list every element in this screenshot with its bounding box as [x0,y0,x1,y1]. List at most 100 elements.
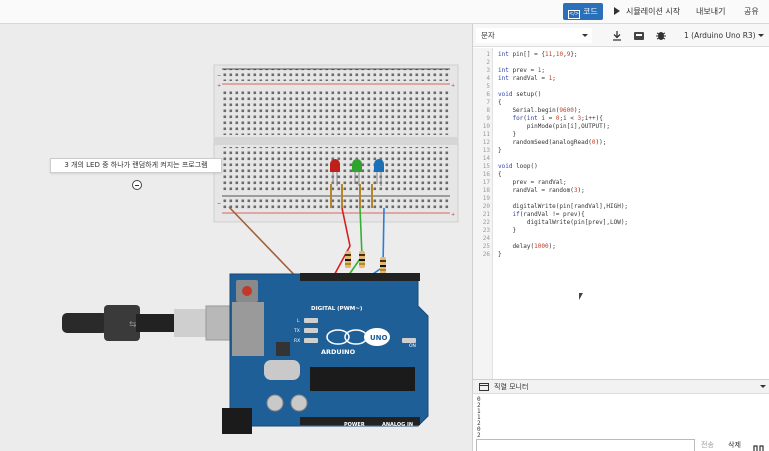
code-toolbar: 문자 1 (Arduino Uno R3) [473,24,769,47]
svg-text:−: − [217,73,221,79]
code-line[interactable]: { [498,99,502,107]
line-number: 2 [486,59,490,66]
line-number: 7 [486,99,490,106]
send-button[interactable]: 전송 [701,440,714,451]
analog-in-label: ANALOG IN [382,422,413,428]
code-line[interactable]: pinMode(pin[i],OUTPUT); [498,123,610,131]
device-select[interactable]: 1 (Arduino Uno R3) [679,28,768,43]
circuit-diagram: − + + − + ⇆ DIGITAL (PWM~) UNO ARDUINO P… [62,64,459,434]
line-number: 25 [482,243,490,250]
line-number: 14 [482,155,490,162]
code-button-label: 코드 [583,7,598,16]
line-number: 26 [482,251,490,258]
circuit-canvas[interactable]: − + + − + ⇆ DIGITAL (PWM~) UNO ARDUINO P… [0,24,472,451]
line-number: 11 [482,131,490,138]
line-number: 23 [482,227,490,234]
download-button[interactable] [608,28,626,43]
uno-label: UNO [370,334,388,342]
code-panel: 문자 1 (Arduino Uno R3) 1 2 3 4 5 6 7 8 9 10 11 12 13 1… [472,24,769,451]
serial-monitor-icon [479,383,489,391]
chevron-down-icon [582,34,588,37]
debugger-button[interactable] [652,28,670,43]
code-line[interactable]: for(int i = 0;i < 3;i++){ [498,115,602,123]
code-line[interactable]: void setup() [498,91,541,99]
graph-button[interactable] [753,440,767,451]
code-line[interactable]: int randVal = 1; [498,75,556,83]
line-number: 24 [482,235,490,242]
top-toolbar: </> 코드 시뮬레이션 시작 내보내기 공유 [0,0,769,24]
code-line[interactable]: digitalWrite(pin[randVal],HIGH); [498,203,628,211]
code-mode-value: 문자 [481,31,495,40]
line-number: 5 [486,83,490,90]
code-line[interactable]: prev = randVal; [498,179,566,187]
code-line[interactable]: int prev = 1; [498,67,545,75]
code-line[interactable]: } [498,131,516,139]
line-number: 22 [482,219,490,226]
usb-cable[interactable]: ⇆ [62,305,233,341]
code-line[interactable]: delay(1000); [498,243,555,251]
app-window: </> 코드 시뮬레이션 시작 내보내기 공유 − + + − + ⇆ DIGI… [0,0,769,451]
code-line[interactable]: { [498,171,502,179]
collapse-note-icon[interactable] [132,180,142,190]
code-mode-select[interactable]: 문자 [476,28,592,43]
code-line[interactable]: } [498,227,516,235]
line-number: 18 [482,187,490,194]
tx-led-label: TX [293,328,300,334]
arduino-uno-board[interactable]: DIGITAL (PWM~) UNO ARDUINO POWER ANALOG … [222,273,429,434]
line-number: 3 [486,67,490,74]
start-simulation-button[interactable]: 시뮬레이션 시작 [608,3,680,20]
serial-monitor: 직렬 모니터 0211202 전송 삭제 [473,379,769,451]
export-button[interactable]: 내보내기 [690,3,728,20]
code-line[interactable]: } [498,251,502,259]
code-line[interactable]: if(randVal != prev){ [498,211,584,219]
line-number: 10 [482,123,490,130]
svg-text:−: − [217,201,221,207]
line-number: 13 [482,147,490,154]
circuit-description-tooltip: 3 개의 LED 중 하나가 랜덤하게 켜지는 프로그램 [50,158,222,173]
share-button[interactable]: 공유 [738,3,766,20]
svg-text:+: + [451,83,455,89]
line-number: 1 [486,51,490,58]
code-line[interactable]: int pin[] = {11,10,9}; [498,51,578,59]
svg-text:+: + [451,212,455,218]
play-icon [614,7,620,15]
arduino-label: ARDUINO [321,348,356,356]
on-led-label: ON [409,343,416,349]
serial-output-line: 2 [477,432,481,439]
code-line[interactable]: void loop() [498,163,538,171]
line-number: 4 [486,75,490,82]
line-number: 21 [482,211,490,218]
usb-symbol-icon: ⇆ [129,320,137,330]
serial-monitor-header[interactable]: 직렬 모니터 [473,380,769,394]
code-button[interactable]: </> 코드 [563,3,603,20]
serial-monitor-title: 직렬 모니터 [494,383,529,391]
upload-button[interactable] [630,28,648,43]
clear-button[interactable]: 삭제 [728,440,741,451]
line-number: 15 [482,163,490,170]
power-label: POWER [344,422,365,428]
code-line[interactable]: Serial.begin(9600); [498,107,581,115]
rx-led-label: RX [294,338,300,344]
graph-icon [753,445,764,451]
code-line[interactable]: } [498,147,502,155]
code-line[interactable]: randVal = random(3); [498,187,584,195]
line-number: 17 [482,179,490,186]
code-line[interactable]: digitalWrite(pin[prev],LOW); [498,219,628,227]
chevron-down-icon [758,34,764,37]
digital-pwm-label: DIGITAL (PWM~) [311,306,363,312]
bug-icon [656,32,666,40]
serial-input[interactable] [476,439,695,451]
line-number-gutter: 1 2 3 4 5 6 7 8 9 10 11 12 13 14 15 16 17 18 19 20 21 22 23 24 2… [473,48,493,379]
code-block-icon: </> [568,10,580,19]
line-number: 19 [482,195,490,202]
chevron-down-icon[interactable] [760,385,766,388]
line-number: 6 [486,91,490,98]
breadboard[interactable]: − + + − + [213,64,459,223]
code-editor[interactable]: 1 2 3 4 5 6 7 8 9 10 11 12 13 14 15 16 17 18 19 20 21 22 23 24 2… [473,48,769,379]
code-line[interactable]: randomSeed(analogRead(0)); [498,139,606,147]
line-number: 16 [482,171,490,178]
line-number: 9 [486,115,490,122]
download-icon [613,31,621,41]
line-number: 20 [482,203,490,210]
line-number: 8 [486,107,490,114]
